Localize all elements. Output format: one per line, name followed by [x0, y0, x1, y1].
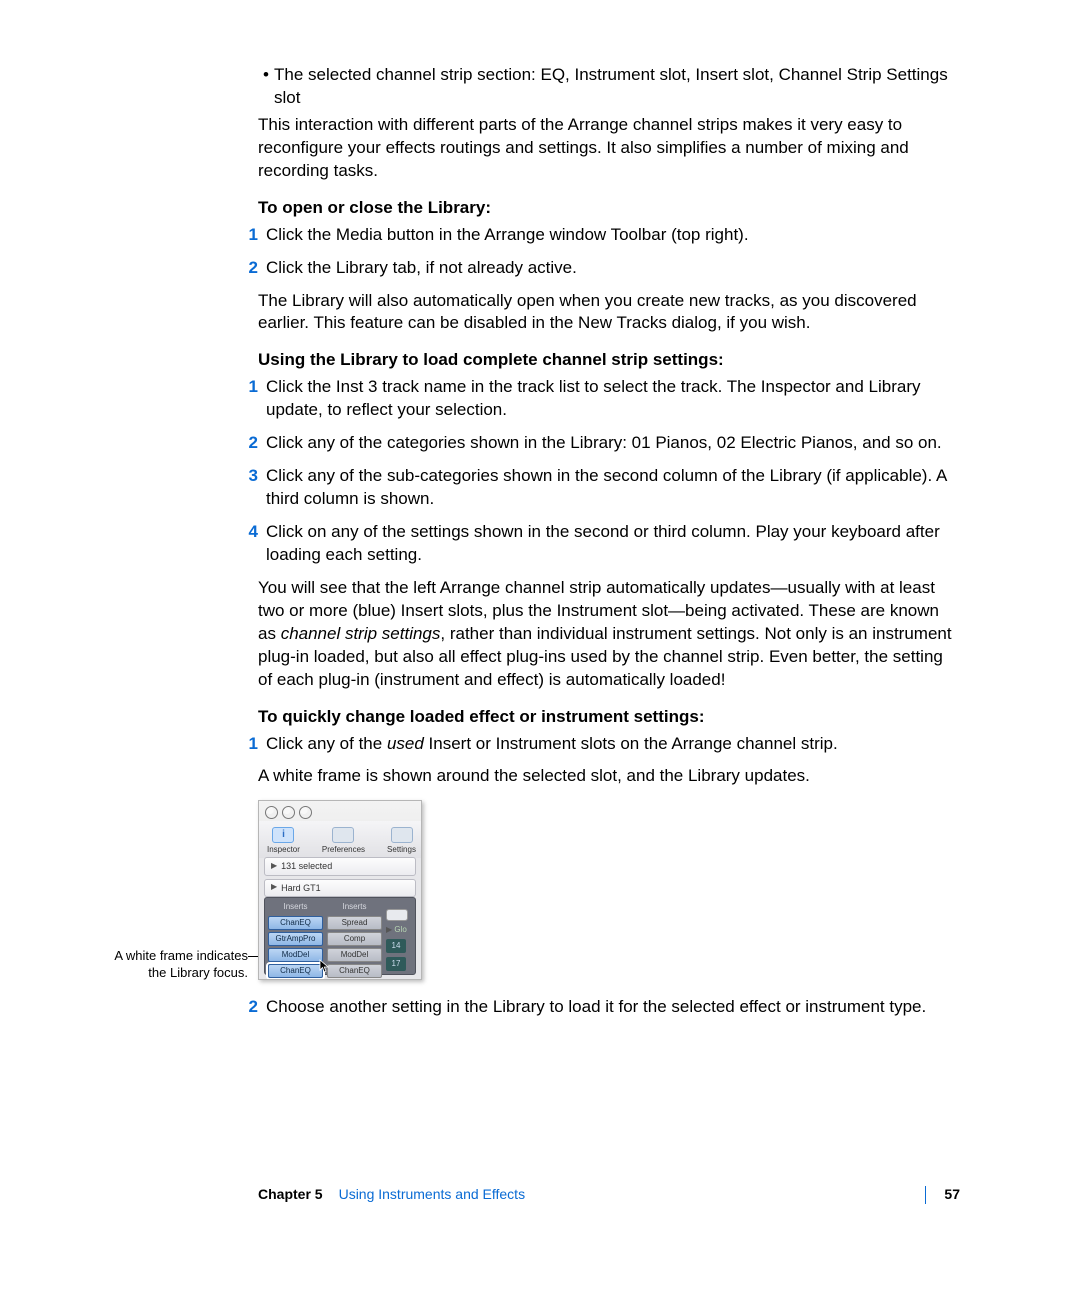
toolbar-item: Preferences — [322, 827, 365, 856]
side-number: 17 — [386, 957, 406, 971]
triangle-right-icon: ▶ — [271, 882, 277, 893]
info-text: Hard GT1 — [281, 882, 321, 894]
bullet-text: The selected channel strip section: EQ, … — [274, 64, 960, 110]
step-item: 1 Click the Media button in the Arrange … — [240, 224, 960, 247]
step-text: Click any of the used Insert or Instrume… — [266, 733, 960, 756]
body-paragraph: The Library will also automatically open… — [258, 290, 960, 336]
step-number: 2 — [240, 257, 266, 280]
side-column: ▶ Glo 14 17 — [386, 901, 412, 971]
step-item: 2 Choose another setting in the Library … — [240, 996, 960, 1019]
toolbar-item: i Inspector — [267, 827, 300, 856]
toolbar-label: Preferences — [322, 845, 365, 856]
step-text: Click the Inst 3 track name in the track… — [266, 376, 960, 422]
step-item: 2 Click any of the categories shown in t… — [240, 432, 960, 455]
step-number: 4 — [240, 521, 266, 567]
toolbar-label: Inspector — [267, 845, 300, 856]
screenshot-figure: A white frame indicates the Library focu… — [258, 800, 960, 980]
insert-slot: ModDel — [268, 948, 323, 962]
step-item: 1 Click the Inst 3 track name in the tra… — [240, 376, 960, 422]
settings-icon — [391, 827, 413, 843]
step-text: Click on any of the settings shown in th… — [266, 521, 960, 567]
tag-icon — [386, 909, 408, 920]
side-number: 14 — [386, 939, 406, 953]
insert-column-right: Inserts Spread Comp ModDel ChanEQ — [327, 901, 382, 971]
body-paragraph: You will see that the left Arrange chann… — [258, 577, 960, 692]
body-paragraph: A white frame is shown around the select… — [258, 765, 960, 788]
preferences-icon — [332, 827, 354, 843]
toolbar-label: Settings — [387, 845, 416, 856]
step-number: 1 — [240, 376, 266, 422]
section-heading: Using the Library to load complete chann… — [258, 349, 960, 372]
channel-strip-area: Inserts ChanEQ GtrAmpPro ModDel ChanEQ L… — [264, 897, 416, 975]
insert-slot: ModDel — [327, 948, 382, 962]
step-text: Click any of the categories shown in the… — [266, 432, 960, 455]
chapter-label: Chapter 5 — [258, 1185, 323, 1204]
step-text: Click the Library tab, if not already ac… — [266, 257, 960, 280]
info-row: ▶ Hard GT1 — [264, 879, 416, 897]
step-number: 2 — [240, 996, 266, 1019]
insert-slot-selected: ChanEQ — [268, 964, 323, 978]
divider — [925, 1186, 926, 1204]
info-panel: ▶ 131 selected ▶ Hard GT1 — [264, 857, 416, 899]
page-footer: Chapter 5 Using Instruments and Effects … — [0, 1185, 1080, 1204]
section-heading: To quickly change loaded effect or instr… — [258, 706, 960, 729]
column-header: Inserts — [268, 901, 323, 914]
cursor-icon — [319, 957, 329, 971]
close-dot-icon — [265, 806, 278, 819]
column-header: Inserts — [327, 901, 382, 914]
bullet-item: • The selected channel strip section: EQ… — [258, 64, 960, 110]
italic-text: used — [387, 734, 424, 753]
side-label: ▶ Glo — [386, 925, 407, 936]
step-item: 1 Click any of the used Insert or Instru… — [240, 733, 960, 756]
section-heading: To open or close the Library: — [258, 197, 960, 220]
step-item: 3 Click any of the sub-categories shown … — [240, 465, 960, 511]
bullet-mark: • — [258, 64, 274, 110]
triangle-right-icon: ▶ — [271, 861, 277, 872]
step-number: 2 — [240, 432, 266, 455]
toolbar: i Inspector Preferences Settings Au — [259, 821, 421, 858]
chapter-title: Using Instruments and Effects — [339, 1185, 526, 1204]
step-text: Click the Media button in the Arrange wi… — [266, 224, 960, 247]
step-number: 1 — [240, 733, 266, 756]
insert-column-left: Inserts ChanEQ GtrAmpPro ModDel ChanEQ L… — [268, 901, 323, 971]
callout-label: A white frame indicates the Library focu… — [94, 948, 248, 981]
page-number: 57 — [944, 1185, 960, 1204]
zoom-dot-icon — [299, 806, 312, 819]
info-icon: i — [272, 827, 294, 843]
insert-slot: GtrAmpPro — [268, 932, 323, 946]
step-item: 4 Click on any of the settings shown in … — [240, 521, 960, 567]
minimize-dot-icon — [282, 806, 295, 819]
step-item: 2 Click the Library tab, if not already … — [240, 257, 960, 280]
document-page: • The selected channel strip section: EQ… — [0, 0, 1080, 1296]
intro-paragraph: This interaction with different parts of… — [258, 114, 960, 183]
text-run: Insert or Instrument slots on the Arrang… — [424, 734, 838, 753]
italic-text: channel strip settings — [281, 624, 441, 643]
step-number: 3 — [240, 465, 266, 511]
text-run: Click any of the — [266, 734, 387, 753]
insert-slot: Spread — [327, 916, 382, 930]
info-row: ▶ 131 selected — [264, 857, 416, 875]
window-controls — [265, 806, 312, 819]
step-text: Choose another setting in the Library to… — [266, 996, 960, 1019]
step-number: 1 — [240, 224, 266, 247]
info-text: 131 selected — [281, 860, 332, 872]
inspector-window: i Inspector Preferences Settings Au ▶ — [258, 800, 422, 980]
insert-slot: Comp — [327, 932, 382, 946]
insert-slot: ChanEQ — [268, 916, 323, 930]
insert-slot: ChanEQ — [327, 964, 382, 978]
step-text: Click any of the sub-categories shown in… — [266, 465, 960, 511]
toolbar-item: Settings — [387, 827, 416, 856]
